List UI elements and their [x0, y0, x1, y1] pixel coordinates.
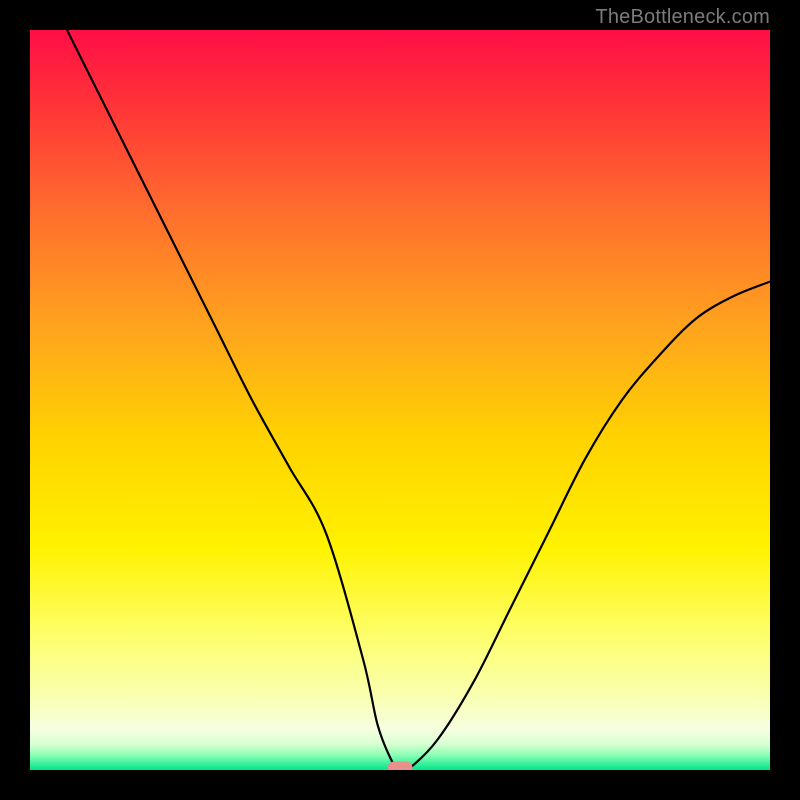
- chart-svg: [30, 30, 770, 770]
- plot-area: [30, 30, 770, 770]
- attribution-label: TheBottleneck.com: [595, 6, 770, 29]
- optimal-marker: [388, 762, 412, 770]
- gradient-background: [30, 30, 770, 770]
- chart-wrap: TheBottleneck.com: [0, 0, 800, 800]
